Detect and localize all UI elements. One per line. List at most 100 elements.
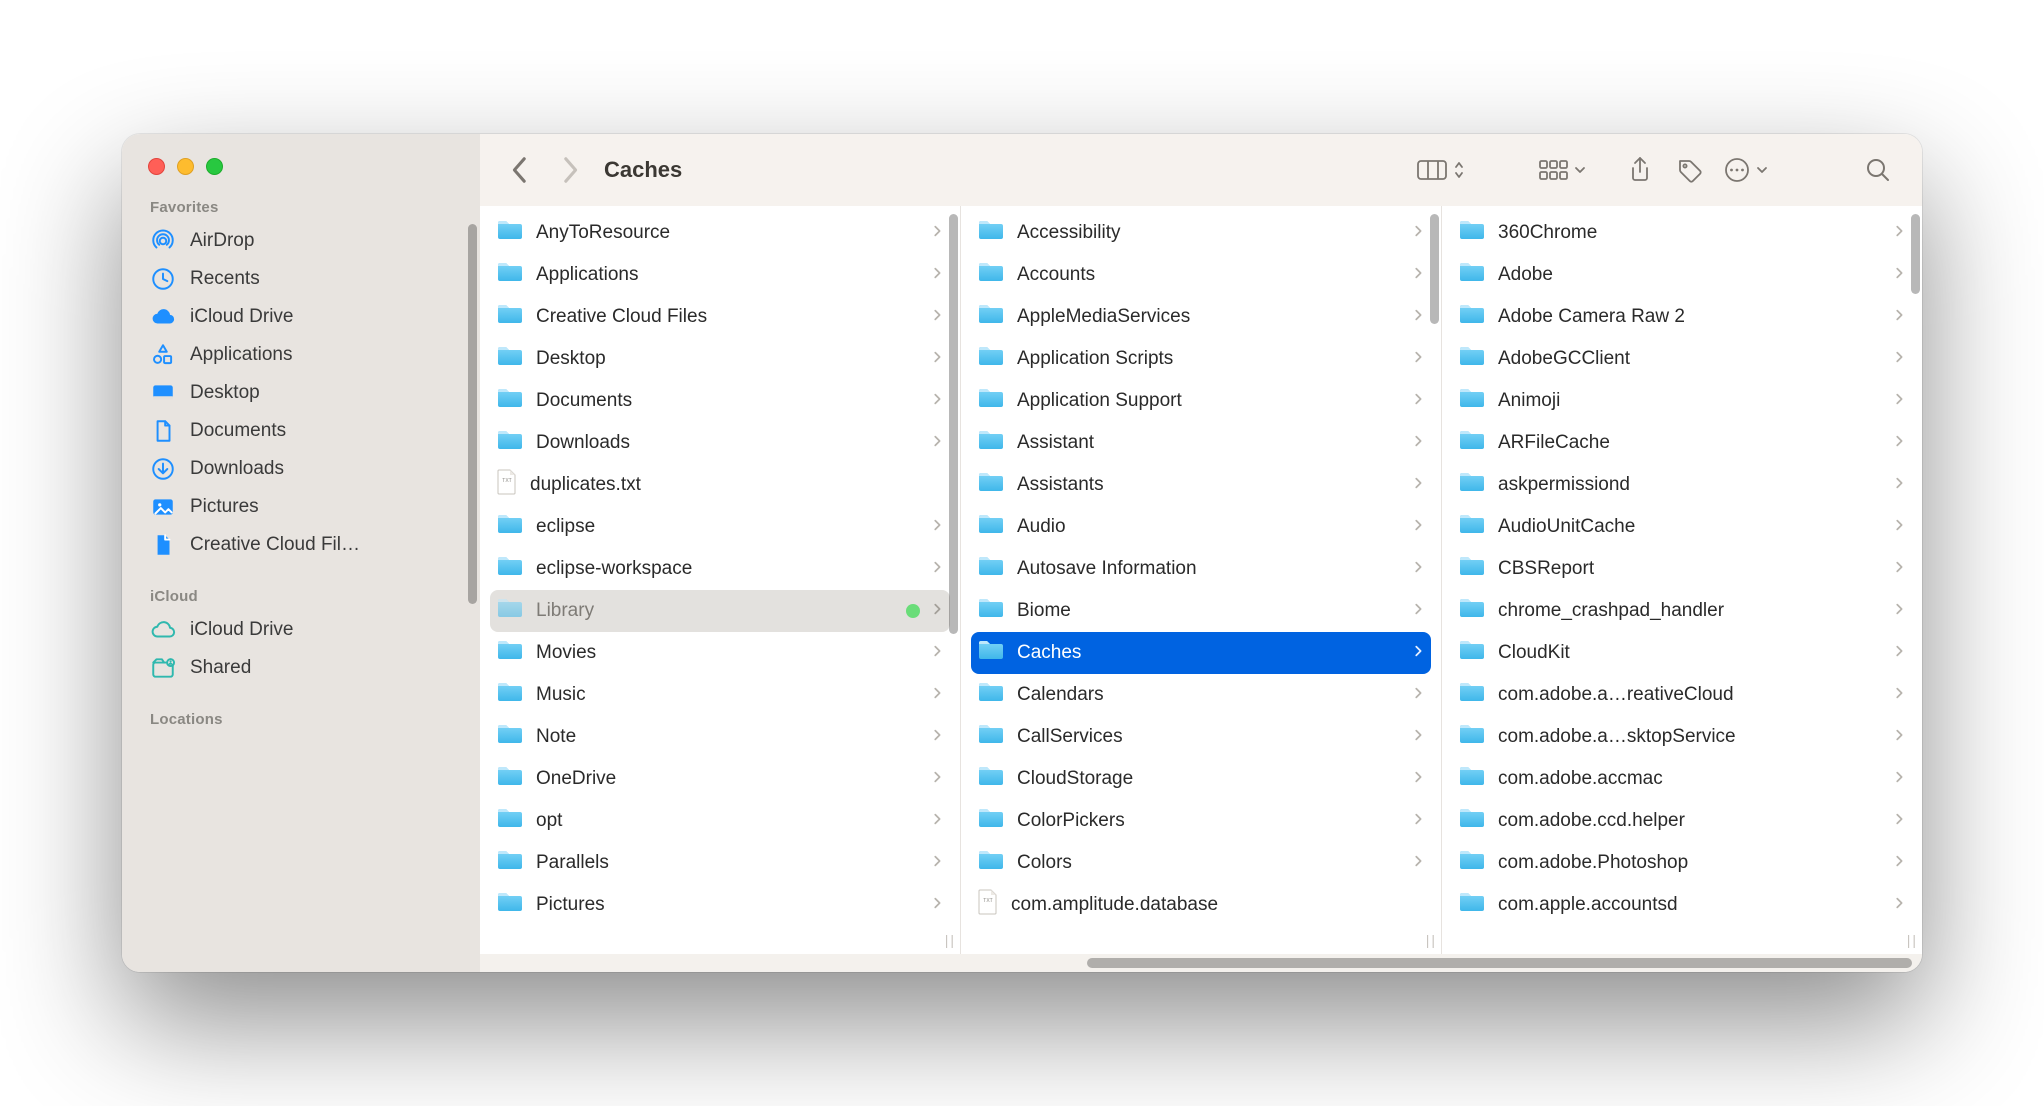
list-item[interactable]: TXTduplicates.txt [490, 464, 950, 506]
list-item[interactable]: com.adobe.a…reativeCloud [1452, 674, 1912, 716]
sidebar-item-airdrop[interactable]: AirDrop [136, 222, 466, 260]
chevron-right-icon [1413, 560, 1423, 579]
item-name: opt [536, 810, 920, 832]
list-item[interactable]: CloudStorage [971, 758, 1431, 800]
sidebar-item-recents[interactable]: Recents [136, 260, 466, 298]
sidebar-item-pictures[interactable]: Pictures [136, 488, 466, 526]
search-button[interactable] [1856, 148, 1900, 192]
list-item[interactable]: OneDrive [490, 758, 950, 800]
item-name: CloudStorage [1017, 768, 1401, 790]
list-item[interactable]: CloudKit [1452, 632, 1912, 674]
list-item[interactable]: Library [490, 590, 950, 632]
list-item[interactable]: Colors [971, 842, 1431, 884]
list-item[interactable]: 360Chrome [1452, 212, 1912, 254]
maximize-button[interactable] [206, 158, 223, 175]
list-item[interactable]: Documents [490, 380, 950, 422]
list-item[interactable]: CBSReport [1452, 548, 1912, 590]
list-item[interactable]: ARFileCache [1452, 422, 1912, 464]
chevron-right-icon [1894, 728, 1904, 747]
list-item[interactable]: Animoji [1452, 380, 1912, 422]
sidebar-item-icloud-drive[interactable]: iCloud Drive [136, 611, 466, 649]
item-name: OneDrive [536, 768, 920, 790]
sidebar-item-shared[interactable]: Shared [136, 649, 466, 687]
list-item[interactable]: Audio [971, 506, 1431, 548]
list-item[interactable]: CallServices [971, 716, 1431, 758]
list-item[interactable]: Note [490, 716, 950, 758]
tags-button[interactable] [1668, 148, 1712, 192]
sidebar-item-applications[interactable]: Applications [136, 336, 466, 374]
list-item[interactable]: Application Support [971, 380, 1431, 422]
list-item[interactable]: Desktop [490, 338, 950, 380]
list-item[interactable]: askpermissiond [1452, 464, 1912, 506]
list-item[interactable]: Application Scripts [971, 338, 1431, 380]
item-name: Accounts [1017, 264, 1401, 286]
ccfile-icon [150, 532, 176, 558]
list-item[interactable]: Autosave Information [971, 548, 1431, 590]
item-name: Library [536, 600, 894, 622]
list-item[interactable]: chrome_crashpad_handler [1452, 590, 1912, 632]
folder-icon [1458, 345, 1486, 373]
list-item[interactable]: AdobeGCClient [1452, 338, 1912, 380]
list-item[interactable]: Assistants [971, 464, 1431, 506]
chevron-right-icon [1413, 434, 1423, 453]
item-name: askpermissiond [1498, 474, 1882, 496]
list-item[interactable]: Caches [971, 632, 1431, 674]
list-item[interactable]: com.adobe.a…sktopService [1452, 716, 1912, 758]
list-item[interactable]: eclipse-workspace [490, 548, 950, 590]
sidebar-item-icloud-drive[interactable]: iCloud Drive [136, 298, 466, 336]
list-item[interactable]: Calendars [971, 674, 1431, 716]
column-resize-handle[interactable]: || [1907, 932, 1918, 948]
folder-icon [1458, 513, 1486, 541]
sidebar-scrollbar[interactable] [468, 224, 477, 664]
list-item[interactable]: Creative Cloud Files [490, 296, 950, 338]
sidebar-item-creative-cloud-fil-[interactable]: Creative Cloud Fil… [136, 526, 466, 564]
column-scrollbar[interactable] [1911, 214, 1920, 774]
column-resize-handle[interactable]: || [945, 932, 956, 948]
sidebar-item-downloads[interactable]: Downloads [136, 450, 466, 488]
item-name: com.adobe.accmac [1498, 768, 1882, 790]
list-item[interactable]: com.adobe.Photoshop [1452, 842, 1912, 884]
back-button[interactable] [498, 148, 542, 192]
folder-icon [496, 261, 524, 289]
desktop-icon [150, 380, 176, 406]
close-button[interactable] [148, 158, 165, 175]
list-item[interactable]: com.apple.accountsd [1452, 884, 1912, 926]
minimize-button[interactable] [177, 158, 194, 175]
column-resize-handle[interactable]: || [1426, 932, 1437, 948]
group-button[interactable] [1532, 148, 1592, 192]
list-item[interactable]: Applications [490, 254, 950, 296]
list-item[interactable]: TXTcom.amplitude.database [971, 884, 1431, 926]
list-item[interactable]: Music [490, 674, 950, 716]
list-item[interactable]: Accounts [971, 254, 1431, 296]
list-item[interactable]: Downloads [490, 422, 950, 464]
chevron-right-icon [1413, 392, 1423, 411]
list-item[interactable]: AnyToResource [490, 212, 950, 254]
view-columns-button[interactable] [1410, 148, 1470, 192]
list-item[interactable]: Accessibility [971, 212, 1431, 254]
item-name: AdobeGCClient [1498, 348, 1882, 370]
folder-icon [496, 849, 524, 877]
list-item[interactable]: Parallels [490, 842, 950, 884]
list-item[interactable]: Adobe Camera Raw 2 [1452, 296, 1912, 338]
list-item[interactable]: com.adobe.accmac [1452, 758, 1912, 800]
share-button[interactable] [1618, 148, 1662, 192]
list-item[interactable]: com.adobe.ccd.helper [1452, 800, 1912, 842]
list-item[interactable]: Biome [971, 590, 1431, 632]
list-item[interactable]: Movies [490, 632, 950, 674]
sidebar-item-desktop[interactable]: Desktop [136, 374, 466, 412]
list-item[interactable]: AudioUnitCache [1452, 506, 1912, 548]
column-scrollbar[interactable] [949, 214, 958, 774]
forward-button[interactable] [548, 148, 592, 192]
list-item[interactable]: Pictures [490, 884, 950, 926]
more-button[interactable] [1718, 148, 1774, 192]
horizontal-scrollbar[interactable] [480, 954, 1922, 972]
list-item[interactable]: ColorPickers [971, 800, 1431, 842]
airdrop-icon [150, 228, 176, 254]
sidebar-item-documents[interactable]: Documents [136, 412, 466, 450]
list-item[interactable]: Assistant [971, 422, 1431, 464]
list-item[interactable]: eclipse [490, 506, 950, 548]
list-item[interactable]: AppleMediaServices [971, 296, 1431, 338]
list-item[interactable]: Adobe [1452, 254, 1912, 296]
list-item[interactable]: opt [490, 800, 950, 842]
column-scrollbar[interactable] [1430, 214, 1439, 774]
